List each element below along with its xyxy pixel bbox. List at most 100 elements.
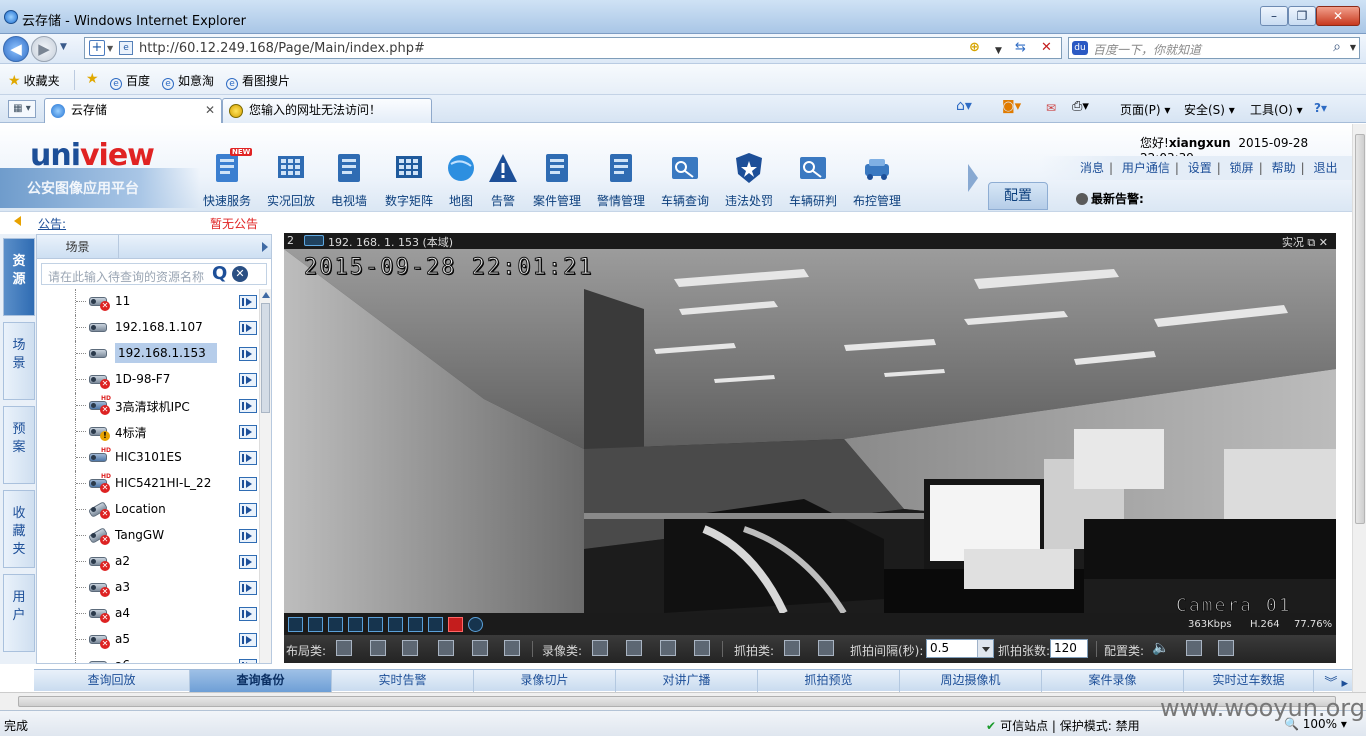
video-window[interactable]: 2 192. 168. 1. 153 (本域) 实况 ⧉ ✕ 2015-09-2… bbox=[284, 233, 1336, 663]
chevron-down-icon[interactable] bbox=[977, 640, 993, 657]
latest-alarm[interactable]: 最新告警: bbox=[1076, 190, 1144, 207]
play-live-icon[interactable] bbox=[239, 295, 257, 309]
add-favorite-icon[interactable]: ★ bbox=[86, 71, 102, 87]
resource-item[interactable]: ✕ HIC5421HI-L_22 bbox=[37, 471, 259, 497]
scroll-up-icon[interactable] bbox=[262, 292, 270, 298]
resource-name[interactable]: HIC5421HI-L_22 bbox=[115, 476, 211, 490]
resource-name[interactable]: a3 bbox=[115, 580, 130, 594]
link-messages[interactable]: 消息 bbox=[1080, 161, 1104, 175]
film-play-icon[interactable] bbox=[368, 617, 383, 632]
ptz-icon[interactable] bbox=[468, 617, 483, 632]
resource-item[interactable]: ✕ 192.168.1.153 bbox=[37, 341, 259, 367]
resource-item[interactable]: ✕3高清球机IPC bbox=[37, 393, 259, 419]
quick-tabs-icon[interactable]: ▦ ▾ bbox=[8, 100, 36, 118]
film-stop-icon[interactable] bbox=[388, 617, 403, 632]
resource-name[interactable]: a5 bbox=[115, 632, 130, 646]
refresh-icon[interactable]: ⇆ bbox=[1015, 40, 1026, 56]
tab-record-slice[interactable]: 录像切片 bbox=[474, 670, 616, 692]
volume-icon[interactable]: 🔈 bbox=[1152, 640, 1169, 656]
notice-label[interactable]: 公告: bbox=[38, 215, 66, 232]
tab-intercom-broadcast[interactable]: 对讲广播 bbox=[616, 670, 758, 692]
fav-item-baidu[interactable]: e 百度 bbox=[110, 72, 150, 90]
record-playback-icon[interactable] bbox=[660, 640, 676, 656]
resource-item[interactable]: ✕ 11 bbox=[37, 289, 259, 315]
tools-menu[interactable]: 工具(O) ▾ bbox=[1250, 101, 1303, 118]
popout-icon[interactable]: ⧉ bbox=[1307, 236, 1315, 249]
zoom-icon[interactable] bbox=[408, 617, 423, 632]
favorites-button[interactable]: ★ 收藏夹 bbox=[8, 72, 60, 89]
play-live-icon[interactable] bbox=[239, 321, 257, 335]
tab-query-playback[interactable]: 查询回放 bbox=[34, 670, 190, 692]
url-dropdown-icon[interactable]: ▼ bbox=[995, 43, 1002, 59]
search-input[interactable]: du 百度一下，你就知道 ⌕ ▼ bbox=[1068, 37, 1360, 59]
resource-name[interactable]: a4 bbox=[115, 606, 130, 620]
side-nav-users[interactable]: 用户 bbox=[3, 574, 35, 652]
tab-snapshot-preview[interactable]: 抓拍预览 bbox=[758, 670, 900, 692]
grid-layout-icon[interactable] bbox=[336, 640, 352, 656]
page-vertical-scrollbar[interactable] bbox=[1352, 124, 1366, 692]
tab-scene[interactable]: 场景 bbox=[37, 235, 119, 259]
stop-icon[interactable]: ✕ bbox=[1041, 40, 1052, 56]
ie-tab-yuncunchu[interactable]: 云存储 ✕ bbox=[44, 98, 222, 123]
camera-feed[interactable]: 2015-09-28 22:01:21 Camera 01 bbox=[284, 249, 1336, 613]
link-logout[interactable]: 退出 bbox=[1313, 161, 1337, 175]
side-nav-favorites[interactable]: 收藏夹 bbox=[3, 490, 35, 568]
search-dropdown-icon[interactable]: ▼ bbox=[1350, 43, 1356, 52]
history-dropdown-icon[interactable]: ▼ bbox=[60, 42, 67, 52]
scroll-thumb[interactable] bbox=[261, 303, 270, 413]
layout-switch-icon[interactable] bbox=[402, 640, 418, 656]
module-1[interactable]: NEW 快速服务 bbox=[196, 148, 258, 209]
layout-reset-icon[interactable] bbox=[504, 640, 520, 656]
resource-name[interactable]: 11 bbox=[115, 294, 130, 308]
module-6[interactable]: 告警 bbox=[472, 150, 534, 209]
film-icon[interactable] bbox=[348, 617, 363, 632]
play-live-icon[interactable] bbox=[239, 451, 257, 465]
side-nav-resources[interactable]: 资源 bbox=[3, 238, 35, 316]
tab-case-recording[interactable]: 案件录像 bbox=[1042, 670, 1184, 692]
fav-item-ruyitao[interactable]: e 如意淘 bbox=[162, 72, 214, 90]
resource-name[interactable]: 4标清 bbox=[115, 424, 147, 441]
record-local-icon[interactable] bbox=[626, 640, 642, 656]
layout-up-icon[interactable] bbox=[370, 640, 386, 656]
play-live-icon[interactable] bbox=[239, 373, 257, 387]
resource-scrollbar[interactable] bbox=[259, 289, 271, 663]
tab-realtime-alarm[interactable]: 实时告警 bbox=[332, 670, 474, 692]
forward-button[interactable]: ▶ bbox=[31, 36, 57, 62]
safety-menu[interactable]: 安全(S) ▾ bbox=[1184, 101, 1235, 118]
tab-scroll-right-icon[interactable] bbox=[262, 242, 268, 252]
talk-icon[interactable] bbox=[288, 617, 303, 632]
url-input[interactable]: + ▼ e http://60.12.249.168/Page/Main/ind… bbox=[84, 37, 1062, 59]
tab-nearby-cameras[interactable]: 周边摄像机 bbox=[900, 670, 1042, 692]
resource-name[interactable]: 192.168.1.153 bbox=[115, 343, 217, 363]
resource-name[interactable]: Location bbox=[115, 502, 166, 516]
help-icon[interactable]: ?▾ bbox=[1314, 101, 1327, 115]
record-icon[interactable] bbox=[328, 617, 343, 632]
playback-icon[interactable] bbox=[428, 617, 443, 632]
module-2[interactable]: 实况回放 bbox=[260, 150, 322, 209]
scroll-thumb[interactable] bbox=[18, 696, 1336, 707]
resource-item[interactable]: ✕ 192.168.1.107 bbox=[37, 315, 259, 341]
resource-item[interactable]: ✕ 1D-98-F7 bbox=[37, 367, 259, 393]
snapshot-interval-select[interactable]: 0.5 bbox=[926, 639, 994, 658]
url-text[interactable]: http://60.12.249.168/Page/Main/index.php… bbox=[139, 41, 425, 56]
image-adjust-icon[interactable] bbox=[1186, 640, 1202, 656]
record-export-icon[interactable] bbox=[694, 640, 710, 656]
resource-item[interactable]: ✕ a4 bbox=[37, 601, 259, 627]
search-icon[interactable]: ⌕ bbox=[1333, 39, 1341, 55]
config-tab[interactable]: 配置 bbox=[988, 182, 1048, 210]
module-9[interactable]: 车辆查询 bbox=[654, 150, 716, 209]
record-start-icon[interactable] bbox=[592, 640, 608, 656]
ie-tab-error[interactable]: 您输入的网址无法访问！ bbox=[222, 98, 432, 123]
module-11[interactable]: 车辆研判 bbox=[782, 150, 844, 209]
fullscreen-icon[interactable] bbox=[472, 640, 488, 656]
config-settings-icon[interactable] bbox=[1218, 640, 1234, 656]
play-live-icon[interactable] bbox=[239, 529, 257, 543]
resource-search-input[interactable]: 请在此输入待查询的资源名称 Q ✕ bbox=[41, 263, 267, 285]
resource-item[interactable]: ✕ HIC3101ES bbox=[37, 445, 259, 471]
resource-item[interactable]: ✕ a2 bbox=[37, 549, 259, 575]
resource-name[interactable]: a2 bbox=[115, 554, 130, 568]
side-nav-scenes[interactable]: 场景 bbox=[3, 322, 35, 400]
module-10[interactable]: 违法处罚 bbox=[718, 150, 780, 209]
link-help[interactable]: 帮助 bbox=[1272, 161, 1296, 175]
snapshot-icon[interactable] bbox=[308, 617, 323, 632]
